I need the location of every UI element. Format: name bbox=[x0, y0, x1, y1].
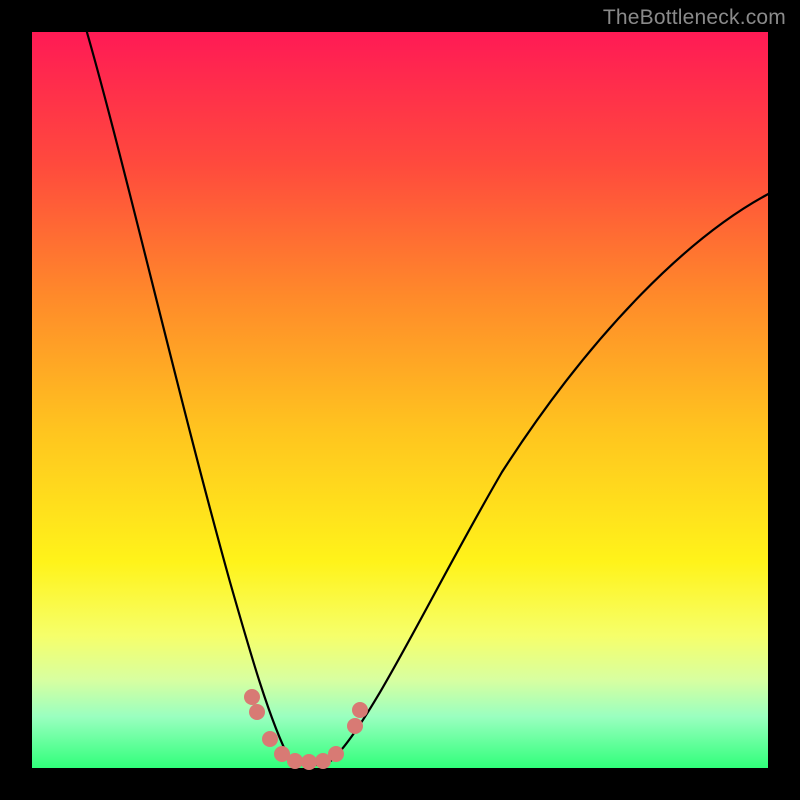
marker-dot bbox=[287, 753, 303, 769]
marker-dot bbox=[347, 718, 363, 734]
near-optimal-markers bbox=[244, 689, 368, 770]
marker-dot bbox=[244, 689, 260, 705]
chart-frame: TheBottleneck.com bbox=[0, 0, 800, 800]
marker-dot bbox=[328, 746, 344, 762]
watermark-text: TheBottleneck.com bbox=[603, 6, 786, 30]
chart-overlay bbox=[32, 32, 768, 768]
bottleneck-curve-left bbox=[84, 22, 290, 760]
marker-dot bbox=[301, 754, 317, 770]
marker-dot bbox=[352, 702, 368, 718]
marker-dot bbox=[262, 731, 278, 747]
bottleneck-curve-right bbox=[332, 190, 776, 760]
marker-dot bbox=[249, 704, 265, 720]
